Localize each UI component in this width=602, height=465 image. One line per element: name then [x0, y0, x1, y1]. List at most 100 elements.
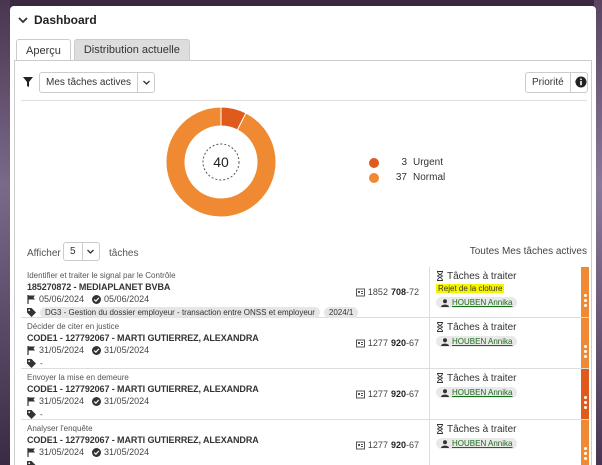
chevron-down-icon[interactable]: [81, 243, 99, 260]
assignee-link[interactable]: HOUBEN Annika: [452, 388, 512, 397]
assignee-link[interactable]: HOUBEN Annika: [452, 337, 512, 346]
filter-icon: [23, 77, 33, 87]
task-list-item[interactable]: Envoyer la mise en demeure CODE1 - 127792…: [21, 369, 589, 420]
task-status-label: Tâches à traiter: [447, 423, 517, 435]
task-status: Tâches à traiter: [436, 321, 565, 333]
tab-apercu[interactable]: Aperçu: [16, 39, 71, 61]
tag-icon: [27, 461, 36, 465]
tag-chip[interactable]: 2024/1: [323, 307, 359, 318]
donut-center-label: 40: [213, 154, 229, 170]
chevron-down-icon[interactable]: [137, 73, 154, 92]
assignee-chip[interactable]: HOUBEN Annika: [436, 438, 518, 449]
tag-chip[interactable]: DG3 - Gestion du dossier employeur - tra…: [40, 307, 320, 318]
user-icon: [441, 298, 449, 307]
account-suffix: -67: [405, 440, 419, 450]
task-status-column: Tâches à traiter Rejet de la cloture HOUBE…: [429, 267, 565, 317]
task-type: Envoyer la mise en demeure: [27, 373, 129, 382]
hourglass-icon: [437, 271, 443, 281]
user-icon: [441, 337, 449, 346]
kebab-menu-icon[interactable]: [581, 293, 589, 308]
account-prefix: 1277: [367, 440, 388, 450]
check-circle-icon: [92, 397, 102, 406]
account-prefix: 1277: [367, 389, 388, 399]
account-suffix: -67: [405, 338, 419, 348]
task-list-item[interactable]: Identifier et traiter le signal par le C…: [21, 267, 589, 318]
id-card-icon: [355, 288, 365, 296]
task-date-due: 31/05/2024: [104, 345, 150, 355]
task-filter-value: Mes tâches actives: [46, 77, 132, 88]
all-tasks-link[interactable]: Toutes Mes tâches actives: [470, 246, 587, 257]
kebab-menu-icon[interactable]: [581, 446, 589, 461]
check-circle-icon: [92, 448, 102, 457]
task-status: Tâches à traiter: [436, 270, 565, 282]
chart-legend: 3 Urgent 37 Normal: [369, 155, 445, 185]
task-donut-chart: 40: [165, 106, 277, 218]
legend-count: 3: [401, 157, 407, 168]
legend-dot: [369, 172, 379, 183]
task-filter-select[interactable]: Mes tâches actives: [39, 72, 156, 93]
id-card-icon: [355, 390, 365, 398]
task-status-column: Tâches à traiter HOUBEN Annika: [429, 318, 565, 368]
panel-header[interactable]: Dashboard: [10, 6, 596, 34]
task-status-label: Tâches à traiter: [447, 321, 517, 333]
show-bar: Afficher 5 tâches Toutes Mes tâches acti…: [21, 242, 587, 264]
task-status-column: Tâches à traiter HOUBEN Annika: [429, 420, 565, 465]
task-status-column: Tâches à traiter HOUBEN Annika: [429, 369, 565, 419]
dashboard-panel: Dashboard Aperçu Distribution actuelle M…: [10, 6, 596, 465]
priority-bar: [581, 369, 589, 419]
account-suffix: -72: [405, 287, 419, 297]
legend-count: 37: [395, 172, 407, 183]
task-date-start: 31/05/2024: [39, 396, 85, 406]
tag-icon: [27, 359, 36, 368]
panel-title: Dashboard: [34, 13, 97, 27]
kebab-menu-icon[interactable]: [581, 344, 589, 359]
divider: [21, 100, 587, 101]
flag-icon: [27, 448, 35, 457]
status-note: Rejet de la cloture: [436, 284, 505, 293]
legend-item-normal[interactable]: 37 Normal: [369, 170, 445, 185]
task-tags: -: [27, 459, 427, 465]
tag-empty: -: [40, 359, 43, 368]
tab-bar: Aperçu Distribution actuelle: [16, 39, 193, 61]
task-list-item[interactable]: Analyser l'enquête CODE1 - 127792067 - MA…: [21, 420, 589, 465]
kebab-menu-icon[interactable]: [581, 395, 589, 410]
task-date-due: 31/05/2024: [104, 447, 150, 457]
info-icon[interactable]: [575, 76, 587, 88]
task-status: Tâches à traiter: [436, 423, 565, 435]
sort-value: Priorité: [532, 77, 564, 88]
assignee-chip[interactable]: HOUBEN Annika: [436, 387, 518, 398]
flag-icon: [27, 397, 35, 406]
chevron-down-icon[interactable]: [16, 13, 30, 27]
account-number: 1277 920 -67: [355, 440, 419, 450]
assignee-link[interactable]: HOUBEN Annika: [452, 298, 512, 307]
tab-content: Mes tâches actives Priorité 40 3 Urgent …: [14, 60, 592, 465]
legend-label: Normal: [413, 172, 446, 183]
assignee-link[interactable]: HOUBEN Annika: [452, 439, 512, 448]
hourglass-icon: [437, 373, 443, 383]
flag-icon: [27, 295, 35, 304]
tag-icon: [27, 308, 36, 317]
tag-icon: [27, 410, 36, 419]
tag-empty: -: [40, 410, 43, 419]
account-bold: 920: [390, 338, 406, 348]
hourglass-icon: [437, 322, 443, 332]
assignee-chip[interactable]: HOUBEN Annika: [436, 336, 518, 347]
priority-bar: [581, 267, 589, 317]
task-list-item[interactable]: Décider de citer en justice CODE1 - 12779…: [21, 318, 589, 369]
id-card-icon: [355, 339, 365, 347]
page-size-select[interactable]: 5: [63, 242, 100, 261]
user-icon: [441, 439, 449, 448]
assignee-chip[interactable]: HOUBEN Annika: [436, 297, 518, 308]
hourglass-icon: [437, 424, 443, 434]
background-left: [0, 0, 10, 465]
tab-distribution[interactable]: Distribution actuelle: [73, 39, 190, 60]
tag-empty: -: [40, 461, 43, 465]
task-status-label: Tâches à traiter: [447, 372, 517, 384]
flag-icon: [27, 346, 35, 355]
show-label: Afficher: [27, 248, 61, 259]
task-type: Décider de citer en justice: [27, 322, 120, 331]
task-status: Tâches à traiter: [436, 372, 565, 384]
account-bold: 920: [390, 389, 406, 399]
task-type: Identifier et traiter le signal par le C…: [27, 271, 176, 280]
legend-item-urgent[interactable]: 3 Urgent: [369, 155, 445, 170]
